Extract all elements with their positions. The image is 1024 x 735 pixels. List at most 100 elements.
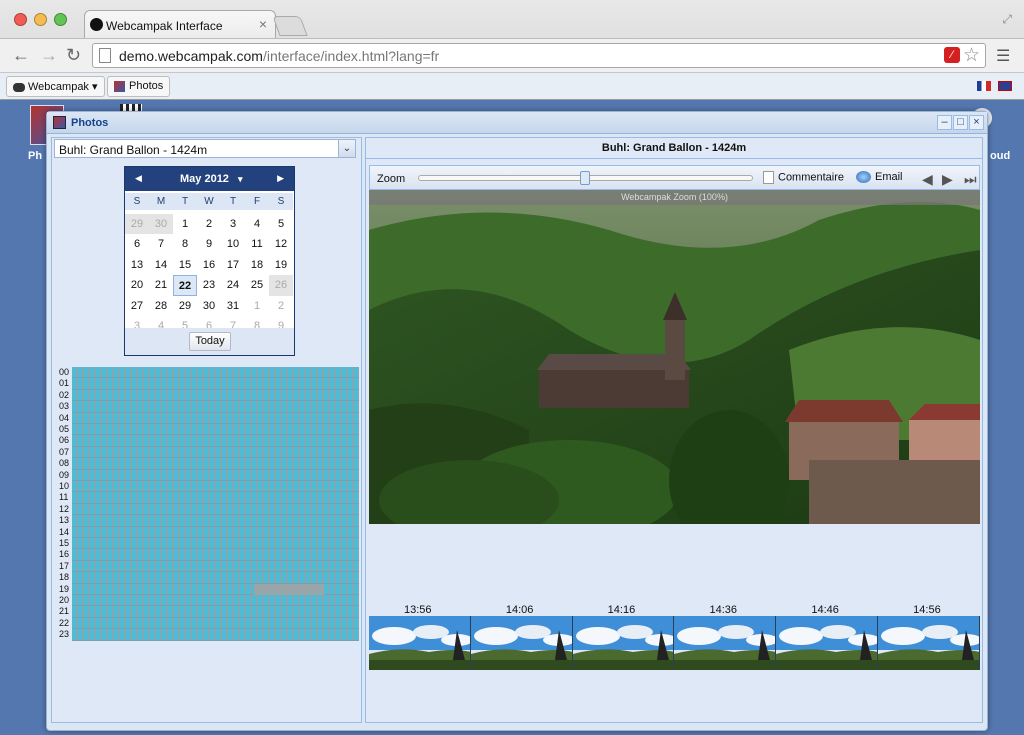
calendar-day[interactable]: 17 (221, 255, 245, 276)
calendar-day[interactable]: 18 (245, 255, 269, 276)
hour-row[interactable]: 20 (57, 595, 359, 607)
calendar-day[interactable]: 27 (125, 296, 149, 317)
hour-row[interactable]: 07 (57, 446, 359, 459)
menu-icon[interactable]: ☰ (996, 46, 1010, 66)
hour-row[interactable]: 12 (57, 503, 359, 516)
hour-capture-bar[interactable] (72, 629, 359, 641)
camera-select[interactable]: Buhl: Grand Ballon - 1424m ⌄ (54, 139, 356, 158)
hour-capture-bar[interactable] (72, 367, 359, 379)
hour-capture-bar[interactable] (72, 492, 359, 504)
next-month-icon[interactable]: ▶ (277, 173, 284, 184)
calendar-day[interactable]: 19 (269, 255, 293, 276)
chevron-down-icon[interactable]: ⌄ (338, 140, 355, 157)
email-button[interactable]: Email (856, 171, 903, 184)
calendar-day[interactable]: 14 (149, 255, 173, 276)
prev-month-icon[interactable]: ◀ (135, 173, 142, 184)
back-arrow-icon[interactable]: ← (12, 45, 30, 66)
close-window-icon[interactable] (14, 13, 27, 26)
bookmark-star-icon[interactable]: ☆ (963, 44, 980, 67)
calendar-day[interactable]: 29 (125, 213, 149, 234)
browser-tab[interactable]: Webcampak Interface × (84, 10, 276, 38)
hour-row[interactable]: 01 (57, 378, 359, 390)
hour-capture-bar[interactable] (72, 549, 359, 561)
hour-capture-bar[interactable] (72, 606, 359, 618)
calendar-day[interactable]: 1 (245, 296, 269, 317)
month-picker[interactable]: May 2012 ▾ (180, 173, 243, 185)
hour-row[interactable]: 03 (57, 401, 359, 413)
uk-flag-icon[interactable] (998, 81, 1012, 91)
hour-capture-bar[interactable] (72, 595, 359, 607)
calendar-day[interactable]: 22 (173, 275, 197, 296)
calendar-day[interactable]: 8 (173, 234, 197, 255)
extension-icon[interactable]: ∕ (944, 47, 960, 63)
calendar-day[interactable]: 11 (245, 234, 269, 255)
hour-row[interactable]: 04 (57, 412, 359, 424)
hour-row[interactable]: 10 (57, 481, 359, 493)
hour-capture-bar[interactable] (72, 560, 359, 573)
hour-capture-bar[interactable] (72, 481, 359, 493)
fullscreen-icon[interactable]: ⤢ (1002, 12, 1012, 27)
hour-capture-bar[interactable] (72, 412, 359, 424)
calendar-day[interactable]: 26 (269, 275, 293, 296)
new-tab-button[interactable] (272, 16, 308, 36)
zoom-slider-handle[interactable] (580, 171, 590, 185)
calendar-day[interactable]: 4 (245, 214, 269, 235)
calendar-day[interactable]: 6 (125, 234, 149, 255)
hour-capture-bar[interactable] (72, 378, 359, 390)
calendar-day[interactable]: 20 (125, 275, 149, 296)
reload-icon[interactable]: ↻ (66, 45, 81, 66)
close-icon[interactable]: × (969, 115, 984, 130)
calendar-day[interactable]: 1 (173, 214, 197, 235)
hour-row[interactable]: 06 (57, 435, 359, 447)
hour-capture-bar[interactable] (72, 435, 359, 447)
hour-row[interactable]: 17 (57, 560, 359, 573)
url-text[interactable]: demo.webcampak.com/interface/index.html?… (119, 48, 439, 64)
calendar-day[interactable]: 3 (221, 214, 245, 235)
maximize-window-icon[interactable] (54, 13, 67, 26)
hour-capture-bar[interactable] (72, 572, 359, 584)
calendar-day[interactable]: 23 (197, 275, 221, 296)
hour-row[interactable]: 05 (57, 424, 359, 436)
today-button[interactable]: Today (189, 332, 231, 351)
photo-thumbnail[interactable] (776, 616, 879, 670)
calendar-day[interactable]: 9 (197, 234, 221, 255)
hour-row[interactable]: 13 (57, 515, 359, 527)
calendar-day[interactable]: 12 (269, 234, 293, 255)
calendar-day[interactable]: 13 (125, 255, 149, 276)
hour-row[interactable]: 21 (57, 606, 359, 618)
maximize-icon[interactable]: □ (953, 115, 968, 130)
hour-capture-bar[interactable] (72, 389, 359, 402)
last-photo-icon[interactable]: ⏭ (964, 171, 977, 188)
forward-arrow-icon[interactable]: → (40, 45, 58, 66)
minimize-icon[interactable]: – (937, 115, 952, 130)
calendar-day[interactable]: 30 (197, 296, 221, 317)
hour-row[interactable]: 16 (57, 549, 359, 561)
calendar-day[interactable]: 2 (269, 296, 293, 317)
calendar-day[interactable]: 30 (149, 213, 173, 234)
hour-capture-bar[interactable] (72, 526, 359, 538)
photo-thumbnail[interactable] (572, 616, 675, 670)
calendar-day[interactable]: 5 (269, 214, 293, 235)
bookmark-photos[interactable]: Photos (107, 76, 171, 97)
calendar-day[interactable]: 15 (173, 255, 197, 276)
url-bar[interactable]: demo.webcampak.com/interface/index.html?… (92, 43, 986, 68)
french-flag-icon[interactable] (977, 81, 991, 91)
hour-capture-bar[interactable] (72, 515, 359, 527)
next-photo-icon[interactable]: ▶ (942, 171, 953, 188)
hour-row[interactable]: 15 (57, 538, 359, 550)
calendar-day[interactable]: 29 (173, 296, 197, 317)
calendar-day[interactable]: 21 (149, 275, 173, 296)
hour-capture-bar[interactable] (72, 538, 359, 550)
calendar-day[interactable]: 28 (149, 296, 173, 317)
webcam-photo[interactable]: Webcampak Zoom (100%) (369, 190, 980, 524)
minimize-window-icon[interactable] (34, 13, 47, 26)
hour-row[interactable]: 08 (57, 458, 359, 470)
photo-thumbnail[interactable] (674, 616, 777, 670)
calendar-day[interactable]: 2 (197, 214, 221, 235)
calendar-day[interactable]: 16 (197, 255, 221, 276)
hour-row[interactable]: 11 (57, 492, 359, 504)
comment-button[interactable]: Commentaire (763, 171, 844, 184)
hour-row[interactable]: 23 (57, 629, 359, 641)
hour-row[interactable]: 18 (57, 572, 359, 584)
hour-capture-bar[interactable] (72, 424, 359, 436)
